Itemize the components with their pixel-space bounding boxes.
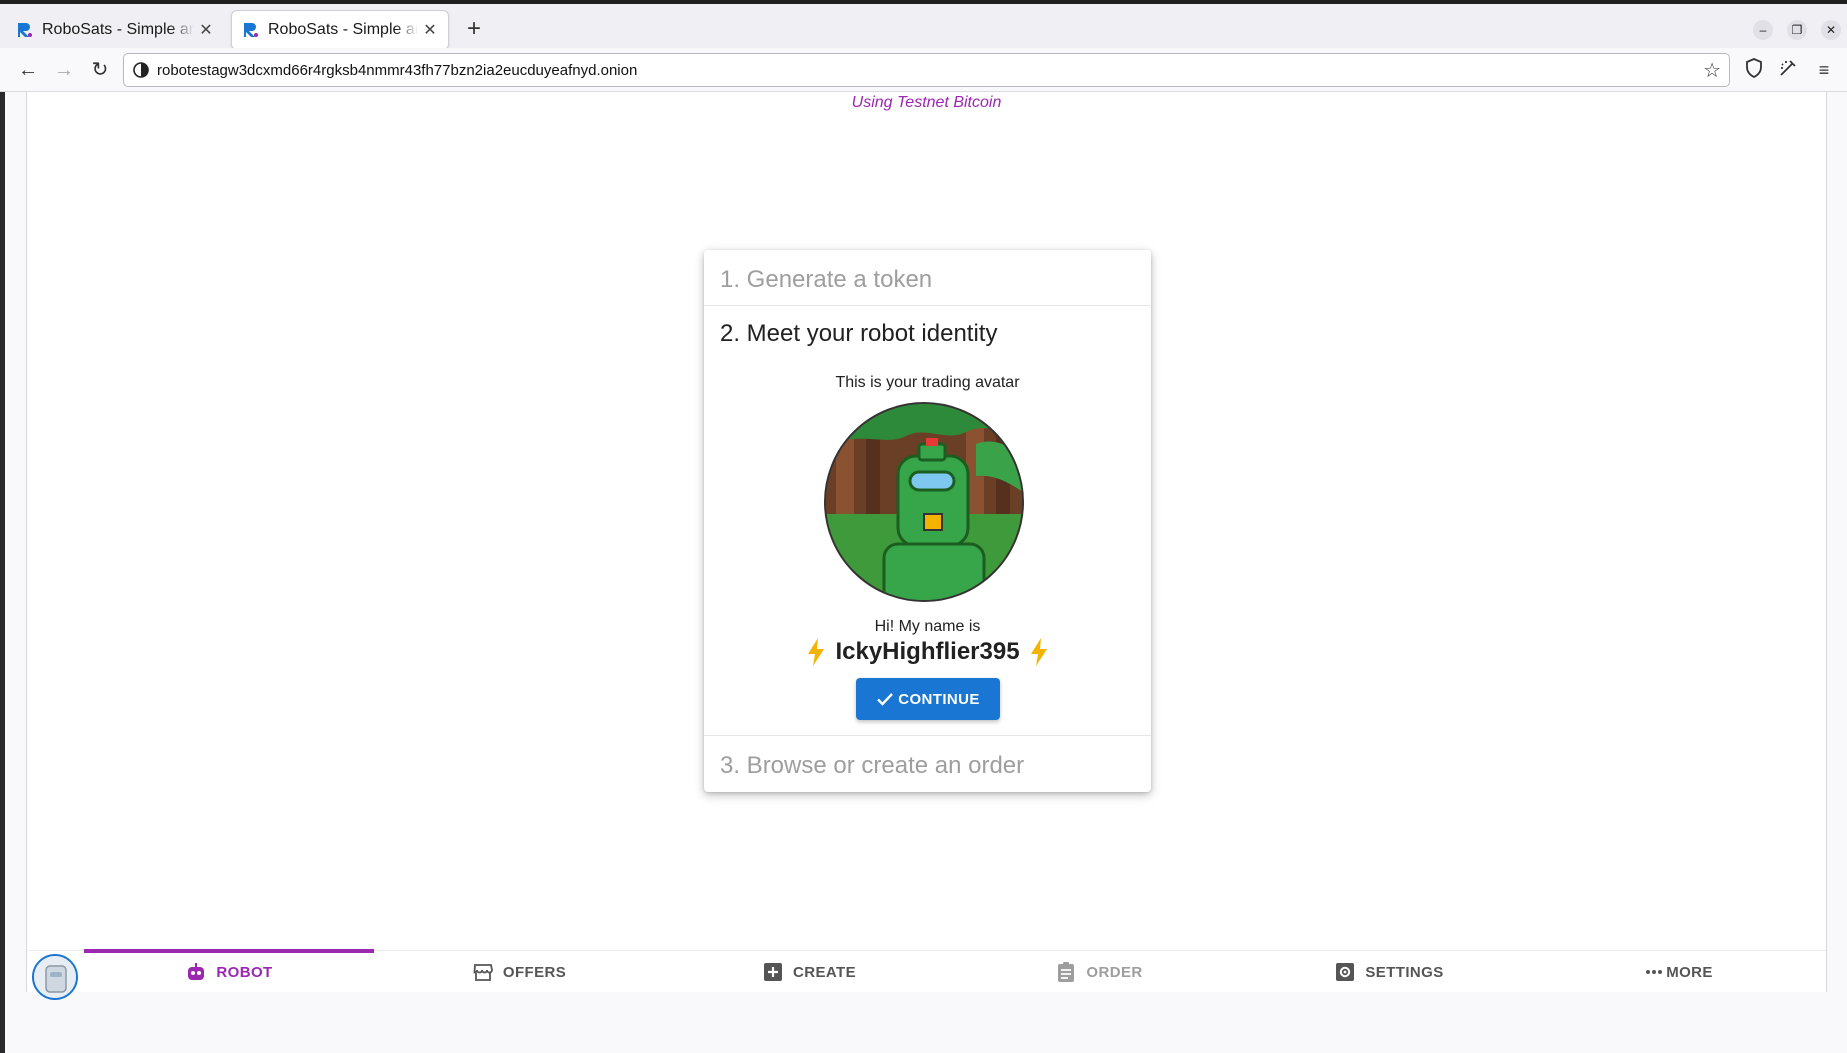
nav-settings-label: SETTINGS <box>1365 963 1444 981</box>
shield-icon[interactable] <box>1742 58 1766 82</box>
page-viewport: Using Testnet Bitcoin 1. Generate a toke… <box>0 92 1847 1053</box>
browser-tab-active[interactable]: RoboSats - Simple and Private Bitcoin Ex… <box>231 10 449 50</box>
nav-create-label: CREATE <box>793 963 856 981</box>
nav-robot-label: ROBOT <box>216 963 273 981</box>
window-edge <box>0 92 5 1053</box>
robosats-favicon-icon <box>244 23 258 37</box>
onboarding-card: 1. Generate a token 2. Meet your robot i… <box>704 250 1151 792</box>
nav-order-label: ORDER <box>1086 963 1143 981</box>
nav-order[interactable]: ORDER <box>954 951 1244 993</box>
greeting-text: Hi! My name is <box>874 618 981 635</box>
step-browse-create[interactable]: 3. Browse or create an order <box>720 752 1024 780</box>
app-frame: Using Testnet Bitcoin 1. Generate a toke… <box>26 92 1827 1000</box>
minimize-icon[interactable]: – <box>1753 20 1773 40</box>
nav-robot-avatar[interactable] <box>32 954 78 1000</box>
lightning-bolt-icon <box>808 638 825 666</box>
browser-titlebar: RoboSats - Simple and Private Bitcoin Ex… <box>0 0 1847 50</box>
nav-offers[interactable]: OFFERS <box>374 951 664 993</box>
nav-create[interactable]: CREATE <box>664 951 954 993</box>
forward-icon[interactable]: → <box>50 56 78 84</box>
storefront-icon <box>473 964 493 981</box>
tab-close-icon[interactable]: ✕ <box>198 20 214 40</box>
continue-label: CONTINUE <box>898 690 980 708</box>
restore-icon[interactable]: ❐ <box>1787 20 1807 40</box>
browser-tab[interactable]: RoboSats - Simple and Private Bitcoin Ex… <box>6 10 224 50</box>
assignment-icon <box>1058 962 1075 982</box>
nav-more[interactable]: MORE <box>1534 951 1824 993</box>
onion-site-icon <box>133 62 149 78</box>
nav-offers-label: OFFERS <box>502 963 567 981</box>
tab-title: RoboSats - Simple and Private Bitcoin Ex… <box>268 21 418 38</box>
address-bar[interactable]: robotestagw3dcxmd66r4rgksb4nmmr43fh77bzn… <box>123 53 1730 87</box>
window-close-icon[interactable]: ✕ <box>1821 20 1841 40</box>
robot-avatar <box>824 402 1024 602</box>
url-text: robotestagw3dcxmd66r4rgksb4nmmr43fh77bzn… <box>157 62 638 79</box>
check-icon <box>877 693 894 706</box>
step-generate-token[interactable]: 1. Generate a token <box>720 266 932 294</box>
testnet-notice: Using Testnet Bitcoin <box>851 94 1002 111</box>
tor-circuit-icon[interactable] <box>1776 58 1800 82</box>
robot-name-row: IckyHighflier395 <box>704 638 1151 666</box>
nav-more-label: MORE <box>1666 963 1713 981</box>
bottom-navigation: ROBOT OFFERS CREATE ORDER SETTINGS MORE <box>27 949 1826 1000</box>
menu-icon[interactable]: ≡ <box>1812 58 1836 82</box>
nav-settings[interactable]: SETTINGS <box>1244 951 1534 993</box>
avatar-caption: This is your trading avatar <box>835 374 1020 391</box>
add-box-icon <box>764 963 783 981</box>
bookmark-star-icon[interactable]: ☆ <box>1703 58 1721 83</box>
tab-close-icon[interactable]: ✕ <box>422 20 438 40</box>
continue-button[interactable]: CONTINUE <box>856 678 1000 720</box>
lightning-bolt-icon <box>1030 638 1047 666</box>
reload-icon[interactable]: ↻ <box>86 56 114 84</box>
settings-applications-icon <box>1336 963 1355 981</box>
step-meet-robot[interactable]: 2. Meet your robot identity <box>720 320 997 348</box>
nav-robot[interactable]: ROBOT <box>84 951 374 993</box>
back-icon[interactable]: ← <box>14 56 42 84</box>
tab-title: RoboSats - Simple and Private Bitcoin Ex… <box>42 21 194 38</box>
robot-icon <box>188 963 205 980</box>
step-divider <box>704 735 1151 736</box>
step-divider <box>704 305 1151 306</box>
robosats-favicon-icon <box>18 23 32 37</box>
robot-name: IckyHighflier395 <box>835 638 1020 665</box>
more-horiz-icon <box>1646 970 1663 974</box>
browser-navbar: ← → ↻ robotestagw3dcxmd66r4rgksb4nmmr43f… <box>0 48 1847 92</box>
new-tab-icon[interactable]: + <box>462 16 486 44</box>
